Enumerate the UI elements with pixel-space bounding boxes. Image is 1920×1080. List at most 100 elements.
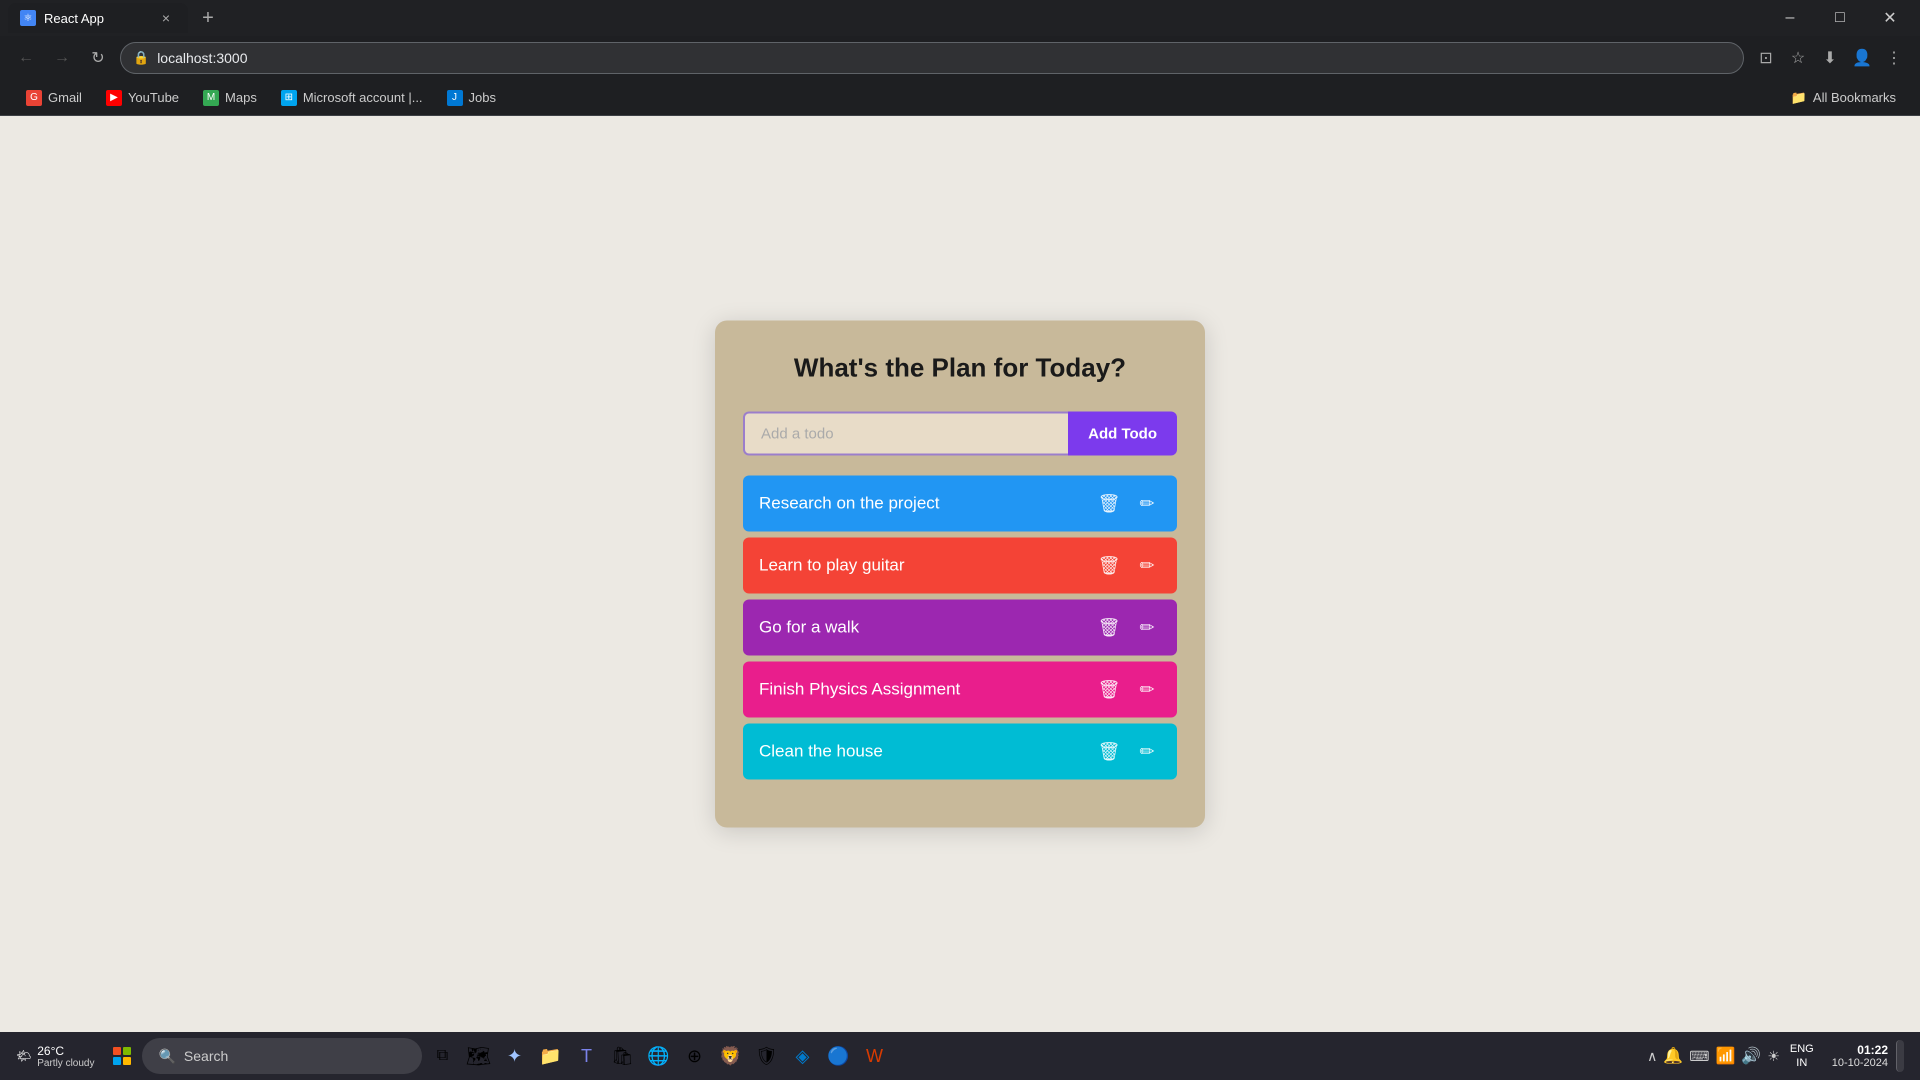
files-icon[interactable]: 📁 <box>534 1040 566 1072</box>
bookmark-jobs[interactable]: J Jobs <box>437 86 506 110</box>
bookmark-youtube[interactable]: ▶ YouTube <box>96 86 189 110</box>
tab-close-button[interactable]: × <box>156 8 176 28</box>
page-area: What's the Plan for Today? Add Todo Rese… <box>0 116 1920 1032</box>
todo-card: What's the Plan for Today? Add Todo Rese… <box>715 321 1205 828</box>
volume-icon[interactable]: 🔊 <box>1741 1046 1761 1066</box>
tab-title: React App <box>44 11 104 26</box>
todo-item-actions: 🗑 ✏ <box>1095 490 1161 518</box>
vscode-icon[interactable]: ◈ <box>786 1040 818 1072</box>
todo-item: Go for a walk 🗑 ✏ <box>743 600 1177 656</box>
clock[interactable]: 01:22 10-10-2024 <box>1832 1043 1888 1069</box>
bookmark-microsoft-label: Microsoft account |... <box>303 90 423 105</box>
refresh-button[interactable]: ↻ <box>84 44 112 72</box>
notification-icon[interactable]: 🔔 <box>1663 1046 1683 1066</box>
edge-icon[interactable]: 🌐 <box>642 1040 674 1072</box>
brave-icon[interactable]: 🦁 <box>714 1040 746 1072</box>
close-button[interactable]: ✕ <box>1868 4 1912 32</box>
back-button[interactable]: ← <box>12 44 40 72</box>
weather-desc: Partly cloudy <box>37 1058 94 1069</box>
address-bar[interactable]: 🔒 localhost:3000 <box>120 42 1744 74</box>
bookmark-maps-label: Maps <box>225 90 257 105</box>
todo-item: Learn to play guitar 🗑 ✏ <box>743 538 1177 594</box>
download-button[interactable]: ⬇ <box>1816 44 1844 72</box>
weather-widget[interactable]: 🌤 26°C Partly cloudy <box>16 1044 94 1069</box>
weather-icon: 🌤 <box>16 1049 31 1063</box>
nav-bar: ← → ↻ 🔒 localhost:3000 ⊡ ☆ ⬇ 👤 ⋮ <box>0 36 1920 80</box>
network-icon[interactable]: 📶 <box>1715 1046 1735 1066</box>
edit-icon[interactable]: ✏ <box>1133 738 1161 766</box>
bookmark-youtube-label: YouTube <box>128 90 179 105</box>
search-placeholder: Search <box>184 1048 228 1064</box>
add-todo-button[interactable]: Add Todo <box>1068 412 1177 456</box>
bookmark-microsoft[interactable]: ⊞ Microsoft account |... <box>271 86 433 110</box>
bookmark-gmail-label: Gmail <box>48 90 82 105</box>
system-tray: ∧ 🔔 ⌨ 📶 🔊 ☀ <box>1647 1046 1780 1066</box>
delete-icon[interactable]: 🗑 <box>1095 738 1123 766</box>
todo-item-actions: 🗑 ✏ <box>1095 676 1161 704</box>
todo-item-text: Research on the project <box>759 494 1095 514</box>
dev-browser-icon[interactable]: 🔵 <box>822 1040 854 1072</box>
maps-taskbar-icon[interactable]: 🗺 <box>462 1040 494 1072</box>
todo-item: Clean the house 🗑 ✏ <box>743 724 1177 780</box>
taskbar-search[interactable]: 🔍 Search <box>142 1038 422 1074</box>
edit-icon[interactable]: ✏ <box>1133 552 1161 580</box>
forward-button[interactable]: → <box>48 44 76 72</box>
todo-input[interactable] <box>743 412 1068 456</box>
antivirus-icon[interactable]: 🛡 <box>750 1040 782 1072</box>
bookmark-maps[interactable]: M Maps <box>193 86 267 110</box>
clock-time: 01:22 <box>1832 1043 1888 1057</box>
bookmarks-bar: G Gmail ▶ YouTube M Maps ⊞ Microsoft acc… <box>0 80 1920 116</box>
delete-icon[interactable]: 🗑 <box>1095 552 1123 580</box>
todo-item-text: Clean the house <box>759 742 1095 762</box>
teams-icon[interactable]: T <box>570 1040 602 1072</box>
chrome-icon[interactable]: ⊕ <box>678 1040 710 1072</box>
keyboard-icon[interactable]: ⌨ <box>1689 1048 1709 1065</box>
lock-icon: 🔒 <box>133 50 149 66</box>
all-bookmarks-button[interactable]: 📁 All Bookmarks <box>1783 86 1904 110</box>
folder-icon: 📁 <box>1791 90 1807 106</box>
active-tab[interactable]: ⚛ React App × <box>8 3 188 33</box>
todo-item-actions: 🗑 ✏ <box>1095 738 1161 766</box>
url-text: localhost:3000 <box>157 50 247 66</box>
store-icon[interactable]: 🛍 <box>606 1040 638 1072</box>
edit-icon[interactable]: ✏ <box>1133 490 1161 518</box>
taskbar: 🌤 26°C Partly cloudy 🔍 Search ⧉ 🗺 ✦ 📁 T <box>0 1032 1920 1080</box>
todo-item-actions: 🗑 ✏ <box>1095 614 1161 642</box>
title-bar: ⚛ React App × + – □ ✕ <box>0 0 1920 36</box>
minimize-button[interactable]: – <box>1768 4 1812 32</box>
todo-item-actions: 🗑 ✏ <box>1095 552 1161 580</box>
show-desktop-button[interactable] <box>1896 1040 1904 1072</box>
language-indicator[interactable]: ENG IN <box>1790 1042 1814 1071</box>
all-bookmarks-label: All Bookmarks <box>1813 90 1896 105</box>
windows-logo <box>113 1047 131 1065</box>
brightness-icon[interactable]: ☀ <box>1767 1048 1780 1065</box>
app-title: What's the Plan for Today? <box>743 353 1177 384</box>
start-button[interactable] <box>106 1040 138 1072</box>
edit-icon[interactable]: ✏ <box>1133 676 1161 704</box>
bookmark-jobs-label: Jobs <box>469 90 496 105</box>
win-cell-4 <box>123 1057 131 1065</box>
youtube-favicon: ▶ <box>106 90 122 106</box>
todo-input-row: Add Todo <box>743 412 1177 456</box>
cast-button[interactable]: ⊡ <box>1752 44 1780 72</box>
word-icon[interactable]: W <box>858 1040 890 1072</box>
todo-item-text: Learn to play guitar <box>759 556 1095 576</box>
edit-icon[interactable]: ✏ <box>1133 614 1161 642</box>
todo-item: Research on the project 🗑 ✏ <box>743 476 1177 532</box>
delete-icon[interactable]: 🗑 <box>1095 614 1123 642</box>
region-text: IN <box>1790 1056 1814 1070</box>
copilot-icon[interactable]: ✦ <box>498 1040 530 1072</box>
bookmark-gmail[interactable]: G Gmail <box>16 86 92 110</box>
search-icon: 🔍 <box>158 1048 175 1065</box>
chevron-up-icon[interactable]: ∧ <box>1647 1048 1657 1065</box>
todo-item: Finish Physics Assignment 🗑 ✏ <box>743 662 1177 718</box>
menu-button[interactable]: ⋮ <box>1880 44 1908 72</box>
new-tab-button[interactable]: + <box>192 3 224 33</box>
task-view-button[interactable]: ⧉ <box>426 1040 458 1072</box>
maximize-button[interactable]: □ <box>1818 4 1862 32</box>
delete-icon[interactable]: 🗑 <box>1095 490 1123 518</box>
win-cell-1 <box>113 1047 121 1055</box>
bookmark-star-button[interactable]: ☆ <box>1784 44 1812 72</box>
delete-icon[interactable]: 🗑 <box>1095 676 1123 704</box>
profile-button[interactable]: 👤 <box>1848 44 1876 72</box>
